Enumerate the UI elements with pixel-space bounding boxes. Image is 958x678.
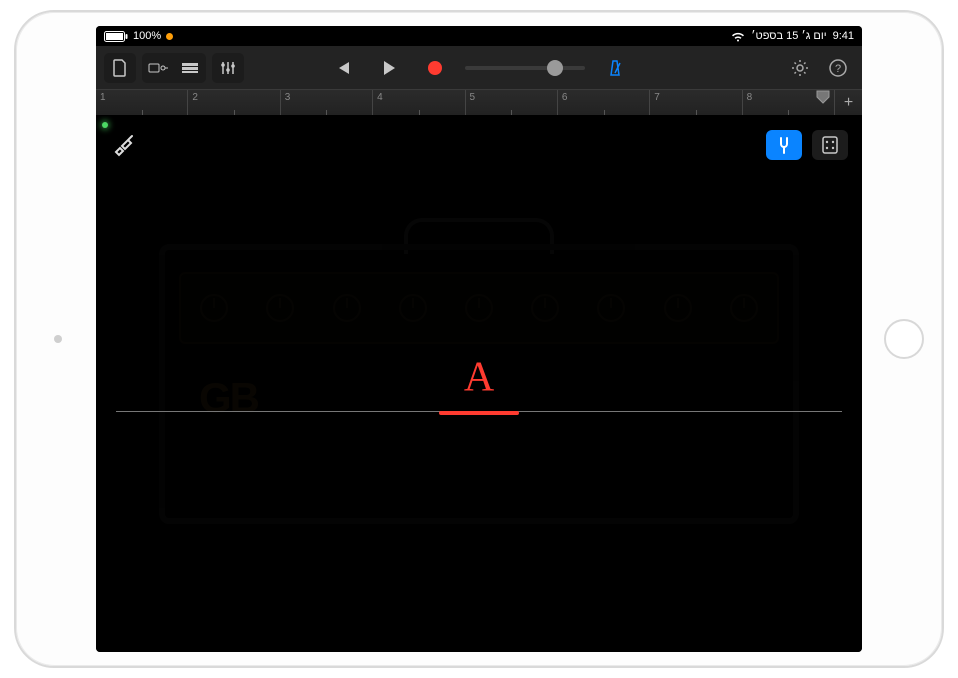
status-date: יום ג׳ 15 בספט׳ xyxy=(751,30,826,42)
ruler-bar-label: 5 xyxy=(470,92,476,103)
home-button[interactable] xyxy=(884,319,924,359)
input-signal-indicator xyxy=(102,122,108,128)
ruler-bar[interactable]: 6 xyxy=(557,90,649,115)
ipad-frame: 100% 9:41 יום ג׳ 15 בספט׳ xyxy=(14,10,944,668)
metronome-icon xyxy=(606,59,624,77)
timeline-ruler[interactable]: 1 2 3 4 5 6 7 8 + xyxy=(96,90,862,116)
ruler-bar[interactable]: 8 xyxy=(742,90,834,115)
guitar-jack-icon xyxy=(110,130,138,158)
screen: 100% 9:41 יום ג׳ 15 בספט׳ xyxy=(96,26,862,652)
help-button[interactable]: ? xyxy=(822,53,854,83)
status-clock: 9:41 xyxy=(833,30,854,42)
ruler-bar[interactable]: 7 xyxy=(649,90,741,115)
add-section-button[interactable]: + xyxy=(834,90,862,115)
svg-text:?: ? xyxy=(835,63,841,75)
my-songs-button[interactable] xyxy=(104,53,136,83)
record-icon xyxy=(428,61,442,75)
volume-thumb[interactable] xyxy=(547,60,563,76)
ruler-bar[interactable]: 5 xyxy=(465,90,557,115)
input-jack-button[interactable] xyxy=(110,130,138,163)
record-button[interactable] xyxy=(419,53,451,83)
battery-icon xyxy=(104,31,128,42)
amp-logo: GB xyxy=(199,374,258,422)
ruler-bar[interactable]: 2 xyxy=(187,90,279,115)
tracks-icon xyxy=(181,62,199,74)
ruler-bar-label: 6 xyxy=(562,92,568,103)
help-icon: ? xyxy=(829,59,847,77)
play-icon xyxy=(382,60,396,76)
instrument-area: GB A xyxy=(96,116,862,652)
master-volume-slider[interactable] xyxy=(465,66,585,70)
stompbox-button[interactable] xyxy=(812,130,848,160)
ruler-bar[interactable]: 1 xyxy=(96,90,187,115)
tuner-note: A xyxy=(464,353,494,401)
ruler-bar-label: 8 xyxy=(747,92,753,103)
plus-icon: + xyxy=(844,94,853,112)
toolbar: ? xyxy=(96,46,862,90)
ruler-bar-label: 1 xyxy=(100,92,106,103)
tracks-button[interactable] xyxy=(174,53,206,83)
tuner-button[interactable] xyxy=(766,130,802,160)
skip-start-icon xyxy=(335,61,351,75)
end-of-song-marker[interactable] xyxy=(816,90,830,104)
ruler-bar[interactable]: 4 xyxy=(372,90,464,115)
tuner-indicator xyxy=(439,411,519,415)
ruler-bar-label: 3 xyxy=(285,92,291,103)
location-indicator-icon xyxy=(166,33,173,40)
front-camera xyxy=(54,335,62,343)
play-button[interactable] xyxy=(373,53,405,83)
ruler-bar-label: 2 xyxy=(192,92,198,103)
sliders-icon xyxy=(220,60,236,76)
wifi-icon xyxy=(731,31,745,42)
tuning-fork-icon xyxy=(774,135,794,155)
document-icon xyxy=(112,59,128,77)
stompbox-icon xyxy=(821,135,839,155)
go-to-start-button[interactable] xyxy=(327,53,359,83)
ruler-bar[interactable]: 3 xyxy=(280,90,372,115)
browser-icon xyxy=(148,61,168,75)
metronome-button[interactable] xyxy=(599,53,631,83)
track-controls-button[interactable] xyxy=(212,53,244,83)
ruler-bar-label: 4 xyxy=(377,92,383,103)
settings-button[interactable] xyxy=(784,53,816,83)
gear-icon xyxy=(791,59,809,77)
status-bar: 100% 9:41 יום ג׳ 15 בספט׳ xyxy=(96,26,862,46)
battery-percent: 100% xyxy=(133,30,161,42)
browser-button[interactable] xyxy=(142,53,174,83)
ruler-bar-label: 7 xyxy=(654,92,660,103)
